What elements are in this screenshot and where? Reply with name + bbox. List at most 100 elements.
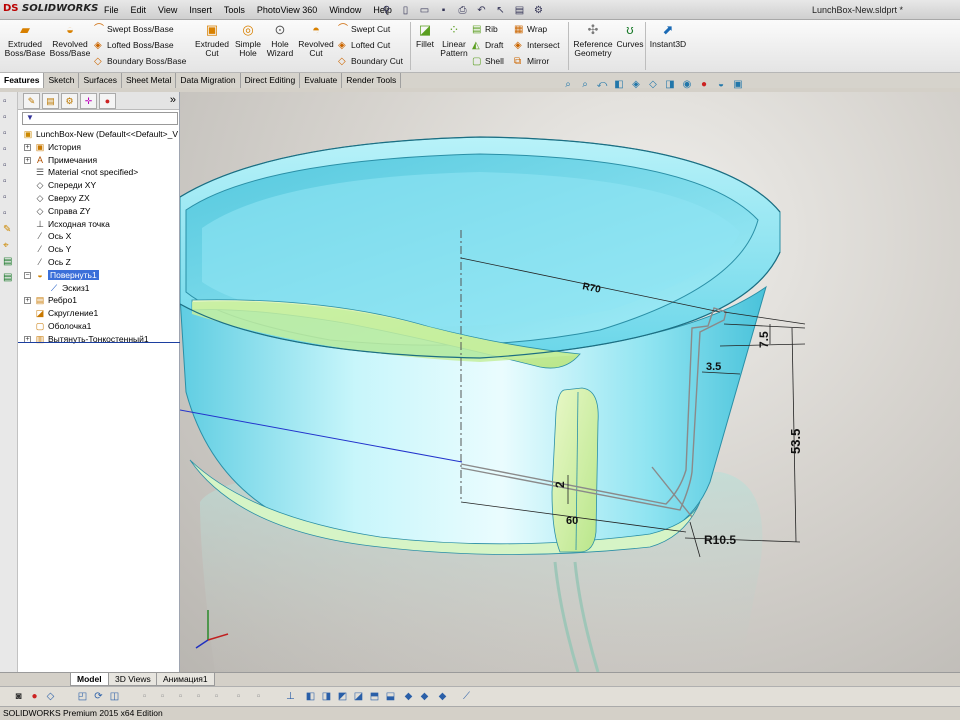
motion-icon[interactable]: ◇ xyxy=(44,690,57,703)
tree-item[interactable]: ◇ Справа ZY xyxy=(18,205,179,218)
rebuild-icon[interactable]: ▤ xyxy=(511,2,528,18)
undo-icon[interactable]: ↶ xyxy=(473,2,490,18)
hide-show-icon[interactable]: ◉ xyxy=(679,79,695,91)
tab-animation[interactable]: Анимация1 xyxy=(156,673,215,686)
tree-item[interactable]: ⁄ Ось Y xyxy=(18,243,179,256)
panel-expand-icon[interactable]: » xyxy=(170,92,176,109)
tree-expander-icon[interactable]: + xyxy=(24,297,31,305)
menu-photoview[interactable]: PhotoView 360 xyxy=(251,0,323,20)
boundary-cut-button[interactable]: ◇ Boundary Cut xyxy=(338,55,403,68)
dynamic-annotation-icon[interactable]: ◈ xyxy=(628,79,644,91)
tree-expander-icon[interactable]: + xyxy=(24,143,31,151)
feature-manager-tab-icon[interactable]: ✎ xyxy=(23,93,40,109)
print-icon[interactable]: ⎙ xyxy=(454,2,471,18)
cube-icon[interactable]: ▫ xyxy=(3,176,15,188)
tab-evaluate[interactable]: Evaluate xyxy=(300,73,343,88)
nav-icon[interactable]: ◫ xyxy=(108,690,121,703)
tree-item[interactable]: ⁄ Ось X xyxy=(18,230,179,243)
tree-item[interactable]: − ◒ Повернуть1 xyxy=(18,269,179,282)
extruded-boss-button[interactable]: ▰ Extruded Boss/Base xyxy=(4,22,46,58)
tab-features[interactable]: Features xyxy=(0,73,45,88)
hole-wizard-button[interactable]: ⊙ Hole Wizard xyxy=(264,22,296,58)
lock-icon[interactable]: ▫ xyxy=(3,208,15,220)
scene-icon[interactable]: ◒ xyxy=(713,79,729,91)
tree-filter-input[interactable]: ▼ xyxy=(22,112,178,125)
view-orientation-icon[interactable]: ◇ xyxy=(645,79,661,91)
tab-sheet-metal[interactable]: Sheet Metal xyxy=(122,73,177,88)
revolved-cut-button[interactable]: ◓ Revolved Cut xyxy=(296,22,336,58)
wrap-button[interactable]: ▦ Wrap xyxy=(514,23,547,36)
mirror-button[interactable]: ⧉ Mirror xyxy=(514,55,549,68)
pin-icon[interactable]: ⚲ xyxy=(378,2,395,18)
zoom-area-icon[interactable]: ⌕ xyxy=(577,79,593,91)
reference-geometry-button[interactable]: ✣ Reference Geometry xyxy=(570,22,616,58)
box-icon[interactable]: ▫ xyxy=(3,144,15,156)
tree-item[interactable]: + ▣ История xyxy=(18,141,179,154)
tab-surfaces[interactable]: Surfaces xyxy=(79,73,122,88)
menu-edit[interactable]: Edit xyxy=(125,0,153,20)
revolved-boss-button[interactable]: ◒ Revolved Boss/Base xyxy=(48,22,92,58)
configuration-manager-tab-icon[interactable]: ⚙ xyxy=(61,93,78,109)
simple-hole-button[interactable]: ◎ Simple Hole xyxy=(232,22,264,58)
tree-item[interactable]: ◪ Скругление1 xyxy=(18,307,179,320)
edit-appearance-icon[interactable]: ● xyxy=(696,79,712,91)
draft-button[interactable]: ◭ Draft xyxy=(472,39,503,52)
view-top-icon[interactable]: ⬒ xyxy=(368,690,381,703)
layers-icon[interactable]: ▫ xyxy=(3,160,15,172)
tree-item[interactable]: ☰ Material <not specified> xyxy=(18,166,179,179)
dim-7-5[interactable]: 7.5 xyxy=(757,331,771,348)
fillet-button[interactable]: ◪ Fillet xyxy=(413,22,437,49)
lofted-cut-button[interactable]: ◈ Lofted Cut xyxy=(338,39,390,52)
view-trimetric-icon[interactable]: ◆ xyxy=(436,690,449,703)
open-icon[interactable]: ▭ xyxy=(416,2,433,18)
tree-item[interactable]: ⟋ Эскиз1 xyxy=(18,282,179,295)
tab-render-tools[interactable]: Render Tools xyxy=(342,73,402,88)
tab-model[interactable]: Model xyxy=(70,673,109,686)
dimxpert-tab-icon[interactable]: ✛ xyxy=(80,93,97,109)
anchor-icon[interactable]: ⊥ xyxy=(284,690,297,703)
home-icon[interactable]: ▫ xyxy=(3,96,15,108)
options-icon[interactable]: ⚙ xyxy=(530,2,547,18)
view-icon[interactable]: ◰ xyxy=(76,690,89,703)
instant3d-button[interactable]: ⬈ Instant3D xyxy=(648,22,688,49)
sync-icon[interactable]: ⟳ xyxy=(92,690,105,703)
swept-cut-button[interactable]: ⌒ Swept Cut xyxy=(338,23,390,36)
dim-2[interactable]: 2 xyxy=(553,481,567,488)
mate-icon[interactable]: ⌖ xyxy=(3,240,15,252)
zoom-to-fit-icon[interactable]: ⌕ xyxy=(560,79,576,91)
extruded-cut-button[interactable]: ▣ Extruded Cut xyxy=(192,22,232,58)
menu-insert[interactable]: Insert xyxy=(183,0,218,20)
sketch-pencil-icon[interactable]: ✎ xyxy=(3,224,15,236)
solidworks-logo[interactable]: DS SOLIDWORKS xyxy=(3,3,98,14)
menu-window[interactable]: Window xyxy=(323,0,367,20)
view-settings-icon[interactable]: ▣ xyxy=(730,79,746,91)
menu-file[interactable]: File xyxy=(98,0,125,20)
tab-3d-views[interactable]: 3D Views xyxy=(108,673,158,686)
previous-view-icon[interactable]: ⤺ xyxy=(594,79,610,91)
tab-direct-editing[interactable]: Direct Editing xyxy=(241,73,301,88)
tree-item[interactable]: ◇ Спереди XY xyxy=(18,179,179,192)
copy-icon[interactable]: ▫ xyxy=(3,192,15,204)
menu-tools[interactable]: Tools xyxy=(218,0,251,20)
select-icon[interactable]: ↖ xyxy=(492,2,509,18)
swept-boss-button[interactable]: ⌒ Swept Boss/Base xyxy=(94,23,174,36)
graphics-viewport[interactable]: R70 7.5 3.5 53.5 2 60 R10.5 xyxy=(180,92,960,672)
camera-icon[interactable]: ◙ xyxy=(12,690,25,703)
tree-item[interactable]: + ▥ Вытянуть-Тонкостенный1 xyxy=(18,333,179,346)
record-icon[interactable]: ● xyxy=(28,690,41,703)
rib-button[interactable]: ▤ Rib xyxy=(472,23,498,36)
dim-3-5[interactable]: 3.5 xyxy=(706,361,721,373)
tree-expander-icon[interactable]: + xyxy=(24,156,31,164)
property-manager-tab-icon[interactable]: ▤ xyxy=(42,93,59,109)
display-style-icon[interactable]: ◨ xyxy=(662,79,678,91)
view-dimetric-icon[interactable]: ◆ xyxy=(418,690,431,703)
tree-item[interactable]: ⊥ Исходная точка xyxy=(18,218,179,231)
parts-icon[interactable]: ▫ xyxy=(3,128,15,140)
tree-item[interactable]: + ▤ Ребро1 xyxy=(18,294,179,307)
boundary-boss-button[interactable]: ◇ Boundary Boss/Base xyxy=(94,55,186,68)
tree-item[interactable]: ▢ Оболочка1 xyxy=(18,320,179,333)
tree-icon[interactable]: ▤ xyxy=(3,256,15,268)
tree-item[interactable]: ⁄ Ось Z xyxy=(18,256,179,269)
intersect-button[interactable]: ◈ Intersect xyxy=(514,39,560,52)
tree-expander-icon[interactable]: − xyxy=(24,271,31,279)
